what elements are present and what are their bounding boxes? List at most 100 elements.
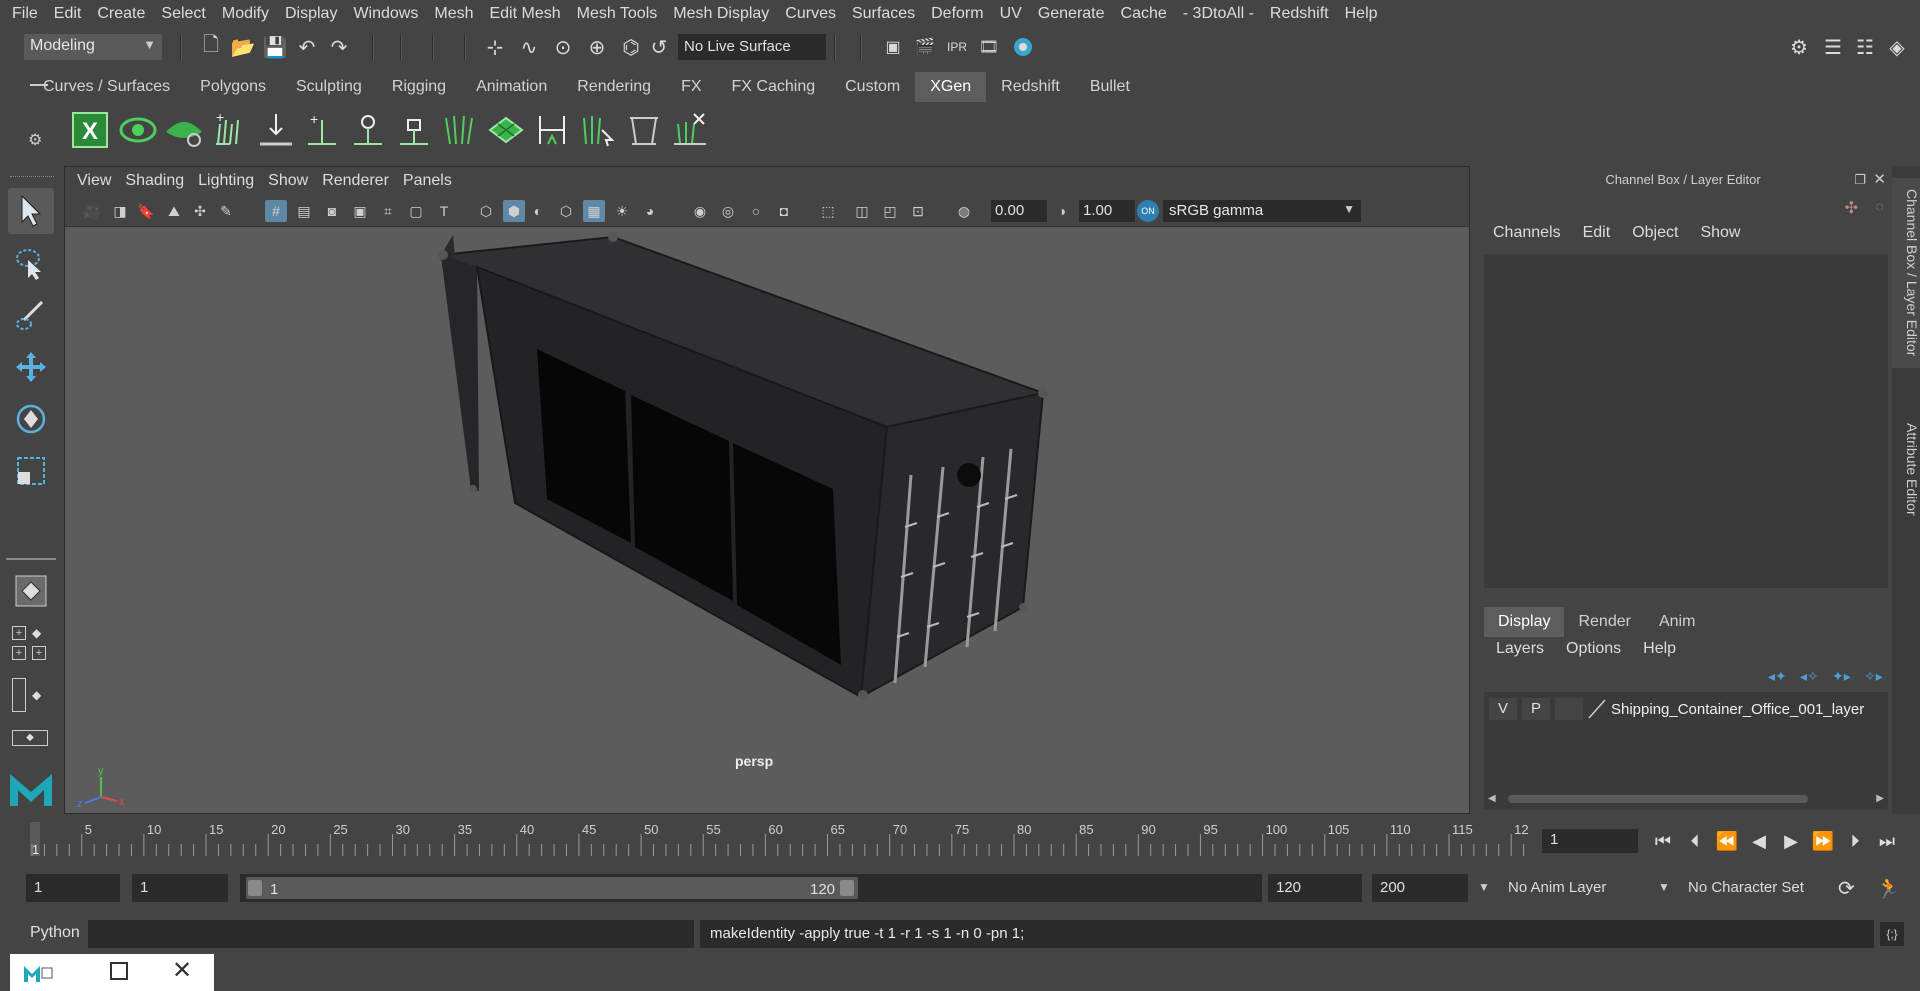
xgen-icon[interactable]: X xyxy=(68,108,112,152)
outliner-layout-icon[interactable]: ◆ xyxy=(12,678,52,714)
safe-title-icon[interactable]: T xyxy=(433,200,455,222)
maya-app-icon[interactable] xyxy=(22,962,56,984)
playback-end-field[interactable]: 120 xyxy=(1268,874,1362,902)
mode-selector[interactable]: Modeling ▼ xyxy=(24,34,162,60)
range-end-handle[interactable] xyxy=(840,880,854,896)
xray-components-icon[interactable]: ⊡ xyxy=(907,200,929,222)
exposure-field[interactable]: 0.00 xyxy=(991,200,1047,222)
layer-menu-help[interactable]: Help xyxy=(1643,640,1698,658)
step-forward-frame-icon[interactable]: ⏵ xyxy=(1842,828,1868,854)
lights-icon[interactable]: ☀ xyxy=(611,200,633,222)
grid-toggle-icon[interactable]: # xyxy=(265,200,287,222)
shelf-tab-custom[interactable]: Custom xyxy=(830,72,915,102)
ambient-occlusion-icon[interactable]: ◉ xyxy=(689,200,711,222)
menu-mesh[interactable]: Mesh xyxy=(428,5,483,23)
xgen-preview-icon[interactable] xyxy=(116,108,160,152)
viewport-menu-lighting[interactable]: Lighting xyxy=(196,172,266,190)
tab-display[interactable]: Display xyxy=(1484,607,1565,637)
viewport-menu-show[interactable]: Show xyxy=(266,172,320,190)
menu-edit-mesh[interactable]: Edit Mesh xyxy=(483,5,570,23)
channel-list[interactable] xyxy=(1484,254,1888,588)
channel-box-menu-edit[interactable]: Edit xyxy=(1574,224,1624,242)
current-frame-field[interactable]: 1 xyxy=(1542,829,1638,853)
float-panel-icon[interactable]: ❐ xyxy=(1854,172,1866,188)
character-set-select[interactable]: No Character Set xyxy=(1680,874,1830,902)
menu-cache[interactable]: Cache xyxy=(1115,5,1177,23)
snap-curve-icon[interactable]: ∿ xyxy=(516,34,542,60)
new-layer-icon[interactable]: ✦▸ xyxy=(1832,668,1851,685)
toggle-attribute-editor-icon[interactable]: ☷ xyxy=(1852,34,1878,60)
snap-view-icon[interactable]: ⊕ xyxy=(584,34,610,60)
select-guide-icon[interactable] xyxy=(346,108,390,152)
shelf-tab-redshift[interactable]: Redshift xyxy=(986,72,1075,102)
viewport-menu-panels[interactable]: Panels xyxy=(401,172,464,190)
step-back-key-icon[interactable]: ⏪ xyxy=(1714,828,1740,854)
grease-pencil-icon[interactable]: ✎ xyxy=(215,200,237,222)
playback-start-field[interactable]: 1 xyxy=(132,874,228,902)
range-start-handle[interactable] xyxy=(248,880,262,896)
smooth-shade-icon[interactable]: ⬢ xyxy=(503,200,525,222)
shelf-tab-sculpting[interactable]: Sculpting xyxy=(281,72,377,102)
step-forward-key-icon[interactable]: ⏩ xyxy=(1810,828,1836,854)
speed-icon[interactable]: ◌ xyxy=(1876,198,1884,214)
auto-key-icon[interactable]: ⟳ xyxy=(1838,876,1855,901)
anim-layer-select[interactable]: No Anim Layer xyxy=(1500,874,1650,902)
toggle-layers-icon[interactable]: ◈ xyxy=(1884,34,1910,60)
maximize-icon[interactable] xyxy=(110,962,128,980)
menu-create[interactable]: Create xyxy=(91,5,155,23)
viewport-menu-renderer[interactable]: Renderer xyxy=(320,172,401,190)
chevron-down-icon[interactable]: ▼ xyxy=(1658,880,1670,894)
select-tool-icon[interactable] xyxy=(8,188,54,234)
textured-icon[interactable]: ▦ xyxy=(583,200,605,222)
viewport-scene[interactable]: y x z persp xyxy=(65,227,1469,813)
lasso-tool-icon[interactable] xyxy=(8,240,54,286)
gamma-icon[interactable]: ◑ xyxy=(1051,200,1073,222)
new-scene-icon[interactable]: 🗋 xyxy=(198,34,224,60)
go-to-start-icon[interactable]: ⏮ xyxy=(1650,828,1676,854)
toggle-channel-box-icon[interactable]: ☰ xyxy=(1820,34,1846,60)
render-view-icon[interactable]: 🎞 xyxy=(976,34,1002,60)
guide-select-tool-icon[interactable] xyxy=(576,108,620,152)
close-icon[interactable]: ✕ xyxy=(1873,170,1886,188)
shelf-tab-animation[interactable]: Animation xyxy=(461,72,562,102)
menu-modify[interactable]: Modify xyxy=(216,5,279,23)
menu-redshift[interactable]: Redshift xyxy=(1264,5,1339,23)
go-to-end-icon[interactable]: ⏭ xyxy=(1874,828,1900,854)
guide-length-icon[interactable] xyxy=(622,108,666,152)
remove-guide-icon[interactable] xyxy=(668,108,712,152)
menu-deform[interactable]: Deform xyxy=(925,5,993,23)
play-forwards-icon[interactable]: ▶ xyxy=(1778,828,1804,854)
scene-start-field[interactable]: 1 xyxy=(26,874,120,902)
step-back-frame-icon[interactable]: ⏴ xyxy=(1682,828,1708,854)
snap-point-icon[interactable]: ⊙ xyxy=(550,34,576,60)
tab-render[interactable]: Render xyxy=(1564,607,1645,637)
graph-layout-icon[interactable]: ◆ xyxy=(12,730,52,750)
make-live-icon[interactable]: ↺ xyxy=(646,34,672,60)
menu-generate[interactable]: Generate xyxy=(1032,5,1115,23)
exposure-icon[interactable]: ◍ xyxy=(953,200,975,222)
menu-display[interactable]: Display xyxy=(279,5,347,23)
preferences-runner-icon[interactable]: 🏃 xyxy=(1876,876,1901,901)
command-language-toggle[interactable]: Python xyxy=(30,924,80,942)
menu-help[interactable]: Help xyxy=(1339,5,1388,23)
tab-anim[interactable]: Anim xyxy=(1644,607,1710,637)
layer-row[interactable]: V P Shipping_Container_Office_001_layer xyxy=(1484,696,1888,722)
viewport-menu-view[interactable]: View xyxy=(75,172,123,190)
menu-curves[interactable]: Curves xyxy=(779,5,846,23)
shelf-tab-bullet[interactable]: Bullet xyxy=(1075,72,1145,102)
script-editor-icon[interactable]: {;} xyxy=(1880,922,1904,946)
shelf-tab-fx-caching[interactable]: FX Caching xyxy=(717,72,831,102)
xray-joints-icon[interactable]: ◰ xyxy=(879,200,901,222)
layer-display-type[interactable] xyxy=(1555,698,1583,720)
scene-end-field[interactable]: 200 xyxy=(1372,874,1468,902)
antialias-icon[interactable]: ○ xyxy=(745,200,767,222)
single-perspective-layout-icon[interactable] xyxy=(8,568,54,614)
render-settings-icon[interactable]: ▣ xyxy=(880,34,906,60)
shelf-tab-curves-surfaces[interactable]: Curves / Surfaces xyxy=(28,72,185,102)
shelf-tab-xgen[interactable]: XGen xyxy=(915,72,987,102)
play-backwards-icon[interactable]: ◀ xyxy=(1746,828,1772,854)
manipulator-icon[interactable]: ✣ xyxy=(1845,198,1858,218)
resolution-gate-icon[interactable]: ◙ xyxy=(321,200,343,222)
view-transform-select[interactable]: sRGB gamma ▼ xyxy=(1163,200,1361,222)
tab-attribute-editor[interactable]: Attribute Editor xyxy=(1892,404,1920,534)
